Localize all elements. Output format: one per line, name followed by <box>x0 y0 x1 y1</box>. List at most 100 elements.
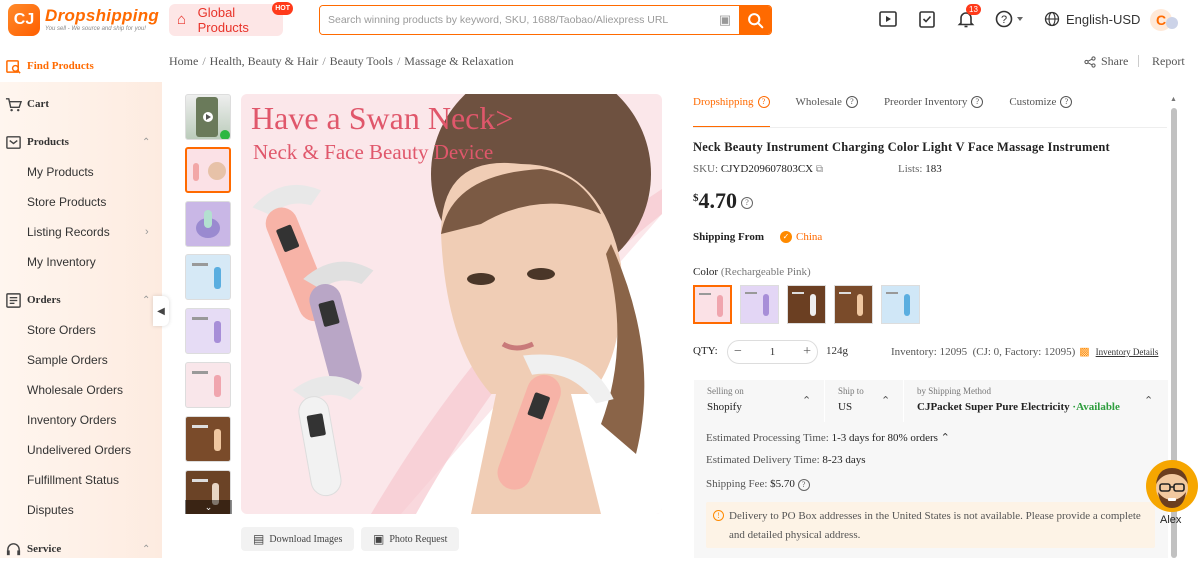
breadcrumb-home[interactable]: Home <box>169 54 198 69</box>
task-check-icon[interactable] <box>917 9 937 29</box>
color-swatch-pink[interactable] <box>693 285 732 324</box>
sidebar: Find Products Cart Products ⌃ My Product… <box>0 50 162 558</box>
sidebar-item-undelivered-orders[interactable]: Undelivered Orders <box>27 440 131 460</box>
delivery-time-row: Estimated Delivery Time: 8-23 days <box>706 454 866 466</box>
qty-value[interactable]: 1 <box>770 346 776 358</box>
tab-customize[interactable]: Customize? <box>1009 96 1073 128</box>
tab-preorder-label: Preorder Inventory <box>883 96 968 108</box>
shipping-method-dropdown[interactable]: by Shipping Method CJPacket Super Pure E… <box>904 380 1168 422</box>
sidebar-item-store-orders[interactable]: Store Orders <box>27 320 96 340</box>
sidebar-item-orders[interactable]: Orders ⌃ <box>0 285 162 315</box>
breadcrumb-health-beauty[interactable]: Health, Beauty & Hair <box>210 54 319 69</box>
price-help-icon[interactable]: ? <box>741 196 753 209</box>
help-icon[interactable]: ? <box>797 479 810 491</box>
photo-request-label: Photo Request <box>389 533 448 545</box>
sidebar-collapse-button[interactable]: ◀ <box>153 296 169 326</box>
logo[interactable]: CJ Dropshipping You sell - We source and… <box>8 4 159 36</box>
sidebar-item-service[interactable]: Service ⌃ <box>0 534 162 564</box>
sidebar-item-wholesale-orders[interactable]: Wholesale Orders <box>27 380 123 400</box>
chevron-up-icon[interactable]: ⌃ <box>941 432 950 444</box>
divider <box>1138 55 1139 67</box>
shipping-from-option[interactable]: ✓ China <box>780 231 822 243</box>
share-button[interactable]: Share <box>1084 54 1128 69</box>
help-icon[interactable]: ? <box>1060 96 1073 108</box>
processing-time-value: 1-3 days for 80% orders <box>831 432 938 444</box>
chevron-up-icon: ⌃ <box>881 395 891 407</box>
camera-icon[interactable]: ▣ <box>711 12 739 28</box>
logo-title: Dropshipping <box>45 6 160 25</box>
thumbnail-scroll-down[interactable]: ⌄ <box>185 500 232 514</box>
orders-label: Orders <box>27 294 61 306</box>
main-product-image[interactable]: Have a Swan Neck> Neck & Face Beauty Dev… <box>241 94 662 514</box>
chevron-up-icon[interactable]: ⌃ <box>142 137 150 148</box>
download-images-button[interactable]: ▤ Download Images <box>241 527 355 551</box>
help-icon[interactable]: ? <box>995 9 1027 29</box>
sidebar-item-my-products[interactable]: My Products <box>27 162 94 182</box>
sku-row: SKU: CJYD209607803CX ⧉ <box>693 163 823 175</box>
selling-on-dropdown[interactable]: Selling on Shopify ⌃ <box>694 380 825 422</box>
logo-mark: CJ <box>8 4 40 36</box>
sidebar-item-products[interactable]: Products ⌃ <box>0 127 162 157</box>
thumbnail-purple[interactable] <box>185 201 231 247</box>
settings-gear-icon[interactable] <box>1166 17 1178 29</box>
chevron-up-icon[interactable]: ⌃ <box>142 295 150 306</box>
tab-preorder-inventory[interactable]: Preorder Inventory? <box>883 96 984 128</box>
scroll-up-arrow[interactable]: ▲ <box>1170 96 1177 103</box>
search-button[interactable] <box>739 6 771 34</box>
sidebar-item-fulfillment-status[interactable]: Fulfillment Status <box>27 470 119 490</box>
color-swatch-purple[interactable] <box>740 285 779 324</box>
increase-button[interactable]: + <box>803 344 811 360</box>
help-icon[interactable]: ? <box>971 96 984 108</box>
sidebar-item-disputes[interactable]: Disputes <box>27 500 74 520</box>
ship-to-dropdown[interactable]: Ship to US ⌃ <box>825 380 904 422</box>
inventory-breakdown: (CJ: 0, Factory: 12095) <box>972 345 1076 358</box>
language-selector[interactable]: English-USD <box>1044 11 1140 27</box>
breadcrumb-massage[interactable]: Massage & Relaxation <box>404 54 513 69</box>
sidebar-item-inventory-orders[interactable]: Inventory Orders <box>27 410 116 430</box>
product-weight: 124g <box>826 345 848 357</box>
breadcrumb-beauty-tools[interactable]: Beauty Tools <box>330 54 393 69</box>
sidebar-item-store-products[interactable]: Store Products <box>27 192 106 212</box>
color-swatch-brown-pink[interactable] <box>834 285 873 324</box>
currency-symbol: $ <box>693 192 699 204</box>
video-icon[interactable] <box>878 9 898 29</box>
photo-request-button[interactable]: ▣ Photo Request <box>361 527 460 551</box>
thumbnail-video[interactable] <box>185 94 231 140</box>
sidebar-item-find-products[interactable]: Find Products <box>0 51 162 81</box>
sku-value: CJYD209607803CX <box>720 163 814 175</box>
support-agent-avatar[interactable] <box>1146 460 1198 512</box>
sidebar-item-my-inventory[interactable]: My Inventory <box>27 252 96 272</box>
thumbnail-lavender[interactable] <box>185 308 231 354</box>
selling-on-value: Shopify <box>707 401 742 413</box>
thumbnail-blue[interactable] <box>185 254 231 300</box>
image-headline: Have a Swan Neck> <box>251 100 514 136</box>
search-input[interactable] <box>320 6 711 34</box>
thumbnail-light-pink[interactable] <box>185 362 231 408</box>
bell-icon[interactable]: 13 <box>956 4 981 29</box>
color-swatch-brown-white[interactable] <box>787 285 826 324</box>
color-swatch-blue[interactable] <box>881 285 920 324</box>
ship-to-label: Ship to <box>838 386 864 396</box>
inventory-details-link[interactable]: Inventory Details <box>1096 347 1159 357</box>
shipping-method-value: CJPacket Super Pure Electricity ·Availab… <box>917 401 1120 413</box>
help-icon[interactable]: ? <box>845 96 858 108</box>
lists-count: Lists: 183 <box>898 163 942 175</box>
global-products-button[interactable]: ⌂ Global Products HOT <box>169 2 293 36</box>
product-title: Neck Beauty Instrument Charging Color Li… <box>693 140 1110 154</box>
sidebar-item-cart[interactable]: Cart <box>0 89 162 119</box>
chevron-up-icon[interactable]: ⌃ <box>142 544 150 555</box>
help-icon[interactable]: ? <box>757 96 770 108</box>
find-products-icon <box>4 57 22 75</box>
thumbnail-brown[interactable] <box>185 416 231 462</box>
copy-icon[interactable]: ⧉ <box>816 164 823 175</box>
report-button[interactable]: Report <box>1152 54 1185 69</box>
tab-wholesale[interactable]: Wholesale? <box>796 96 858 128</box>
thumbnail-pink[interactable] <box>185 147 231 193</box>
tab-dropshipping[interactable]: Dropshipping? <box>693 96 770 128</box>
notification-badge: 13 <box>966 4 981 15</box>
decrease-button[interactable]: − <box>734 344 742 360</box>
sidebar-item-listing-records[interactable]: Listing Records › <box>27 222 149 242</box>
sidebar-item-sample-orders[interactable]: Sample Orders <box>27 350 108 370</box>
service-label: Service <box>27 543 62 555</box>
tab-divider <box>693 127 1167 128</box>
